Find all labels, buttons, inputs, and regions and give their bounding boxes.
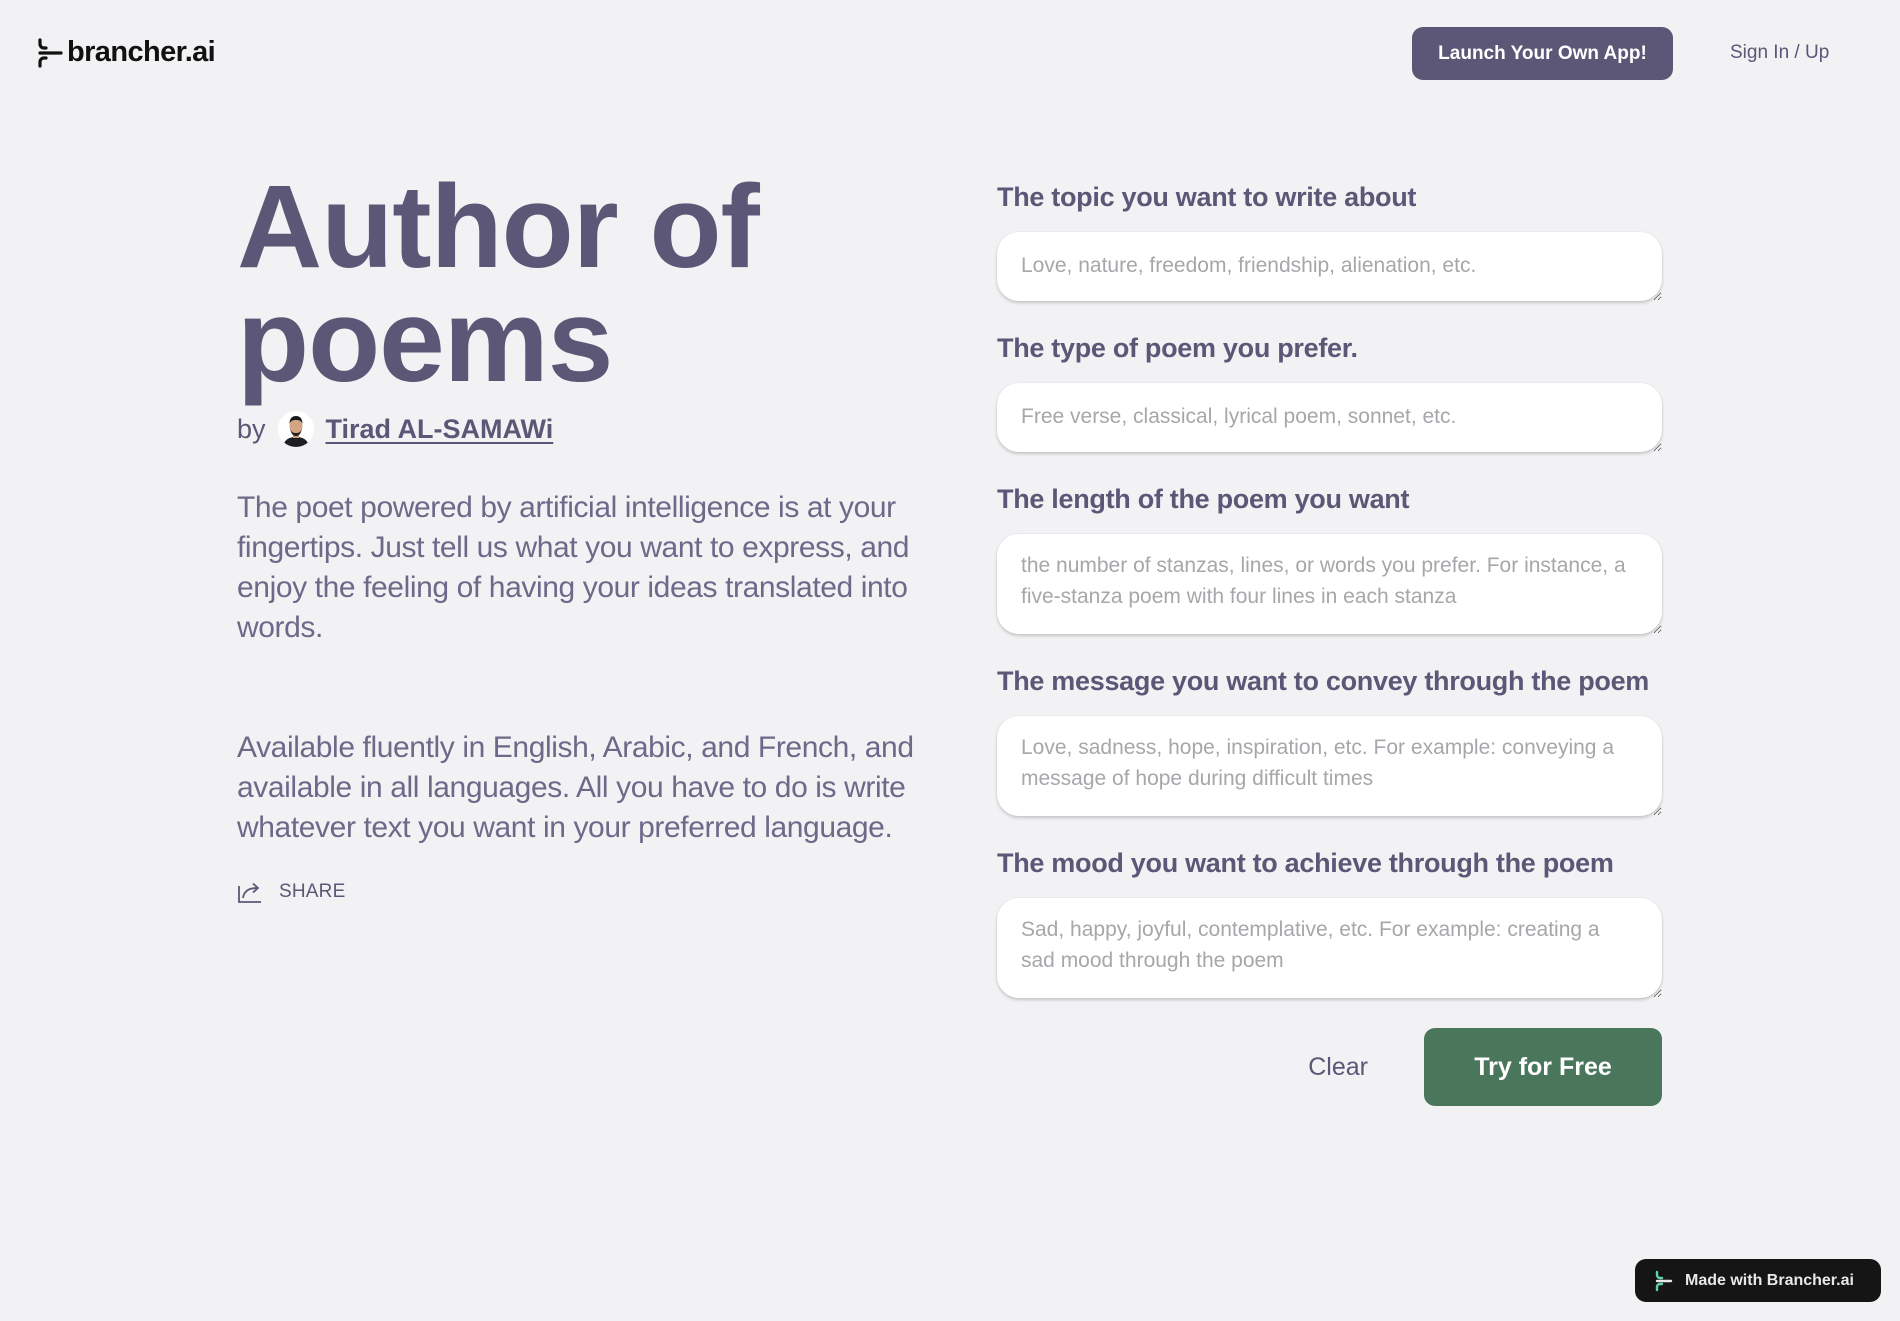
form-actions: Clear Try for Free	[997, 1028, 1662, 1106]
app-intro: Author of poems by Tirad AL-SAMAWi The p…	[237, 161, 917, 904]
topic-input[interactable]	[997, 232, 1662, 301]
logo-text: brancher.ai	[67, 36, 216, 68]
message-input[interactable]	[997, 716, 1662, 816]
field-poem-type: The type of poem you prefer.	[997, 331, 1662, 452]
description-primary: The poet powered by artificial intellige…	[237, 491, 910, 644]
length-input[interactable]	[997, 534, 1662, 634]
topic-label: The topic you want to write about	[997, 182, 1417, 212]
clear-button[interactable]: Clear	[1308, 1053, 1368, 1082]
author-avatar	[277, 411, 314, 447]
made-with-brancher-badge[interactable]: Made with Brancher.ai	[1635, 1259, 1881, 1302]
poem-type-label: The type of poem you prefer.	[997, 333, 1358, 363]
author-link[interactable]: Tirad AL-SAMAWi	[326, 414, 554, 445]
page-title: Author of poems	[237, 161, 760, 407]
page: brancher.ai Launch Your Own App! Sign In…	[0, 0, 1900, 1321]
share-label: SHARE	[279, 881, 346, 902]
made-with-label: Made with Brancher.ai	[1685, 1271, 1854, 1289]
launch-your-own-app-button[interactable]: Launch Your Own App!	[1412, 27, 1673, 80]
poem-request-form: The topic you want to write about The ty…	[997, 180, 1662, 1106]
by-label: by	[237, 413, 266, 444]
field-message: The message you want to convey through t…	[997, 664, 1662, 816]
brancher-logo-icon	[38, 37, 63, 68]
poem-type-input[interactable]	[997, 383, 1662, 452]
header: brancher.ai Launch Your Own App! Sign In…	[0, 0, 1900, 106]
share-icon	[238, 882, 261, 903]
field-mood: The mood you want to achieve through the…	[997, 846, 1662, 998]
mood-input[interactable]	[997, 898, 1662, 998]
byline: by Tirad AL-SAMAWi	[237, 408, 917, 450]
brancher-logo-icon	[1655, 1270, 1673, 1291]
description-languages: Available fluently in English, Arabic, a…	[237, 731, 914, 844]
length-label: The length of the poem you want	[997, 484, 1410, 514]
try-for-free-button[interactable]: Try for Free	[1424, 1028, 1662, 1106]
avatar-person-icon	[277, 411, 314, 447]
field-length: The length of the poem you want	[997, 482, 1662, 634]
message-label: The message you want to convey through t…	[997, 666, 1650, 696]
field-topic: The topic you want to write about	[997, 180, 1662, 301]
brancher-logo[interactable]: brancher.ai	[37, 36, 216, 69]
share-button[interactable]: SHARE	[237, 880, 357, 904]
mood-label: The mood you want to achieve through the…	[997, 848, 1614, 878]
sign-in-up-link[interactable]: Sign In / Up	[1730, 42, 1829, 64]
